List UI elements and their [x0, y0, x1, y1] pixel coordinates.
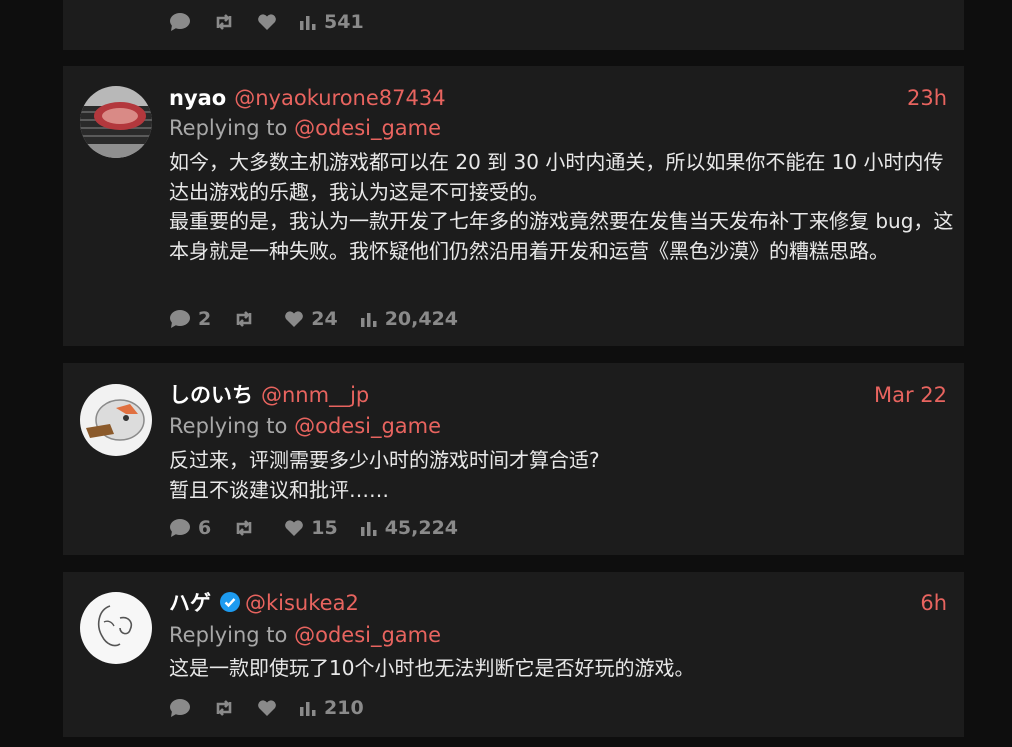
tweet-text: 这是一款即使玩了10个小时也无法判断它是否好玩的游戏。	[169, 654, 954, 684]
views-action[interactable]: 541	[299, 11, 364, 33]
tweet-timestamp[interactable]: 6h	[920, 589, 947, 617]
reply-mention-link[interactable]: @odesi_game	[294, 116, 441, 140]
tweet-paragraph: 最重要的是，我认为一款开发了七年多的游戏竟然要在发售当天发布补丁来修复 bug，…	[169, 209, 954, 263]
reply-mention-link[interactable]: @odesi_game	[294, 623, 441, 647]
tweet-header: ハゲ @kisukea2 6h	[169, 589, 947, 617]
views-bar-icon	[360, 313, 377, 327]
tweet-paragraph: 这是一款即使玩了10个小时也无法判断它是否好玩的游戏。	[169, 656, 695, 680]
retweet-icon	[216, 700, 232, 716]
replying-to: Replying to @odesi_game	[169, 621, 441, 649]
retweet-icon	[216, 14, 232, 30]
reply-action[interactable]: 2	[169, 308, 211, 330]
reply-action[interactable]	[169, 698, 191, 718]
replying-to: Replying to @odesi_game	[169, 412, 441, 440]
like-action[interactable]	[257, 13, 277, 31]
verified-badge-icon	[220, 592, 240, 612]
tweet-timestamp[interactable]: Mar 22	[874, 381, 947, 409]
reply-icon	[170, 519, 190, 537]
reply-count: 2	[198, 308, 212, 330]
like-action[interactable]	[257, 699, 277, 717]
views-bar-icon	[300, 16, 316, 30]
avatar[interactable]	[80, 384, 152, 456]
tweet-card-partial: 541	[63, 0, 964, 50]
like-count: 24	[311, 308, 338, 330]
views-action[interactable]: 20,424	[360, 308, 458, 330]
tweet-card[interactable]: nyao @nyaokurone87434 23h Replying to @od…	[63, 66, 964, 346]
heart-icon	[285, 311, 304, 327]
views-count: 541	[324, 11, 364, 33]
views-count: 210	[324, 697, 364, 719]
display-name[interactable]: ハゲ	[169, 591, 211, 615]
avatar[interactable]	[80, 592, 152, 664]
like-action[interactable]: 15	[284, 517, 338, 539]
tweet-actions: 210	[169, 695, 386, 721]
tweet-paragraph: 如今，大多数主机游戏都可以在 20 到 30 小时内通关，所以如果你不能在 10…	[169, 150, 944, 204]
reply-action[interactable]	[169, 12, 191, 32]
tweet-card[interactable]: ハゲ @kisukea2 6h Replying to @odesi_game 这…	[63, 572, 964, 737]
tweet-actions: 541	[169, 9, 386, 35]
replying-to-label: Replying to	[169, 414, 288, 438]
reply-icon	[170, 699, 190, 717]
tweet-paragraph: 暂且不谈建议和批评……	[169, 477, 389, 502]
like-count: 15	[311, 517, 338, 539]
user-handle[interactable]: @kisukea2	[245, 591, 359, 615]
user-handle[interactable]: @nyaokurone87434	[234, 86, 445, 110]
retweet-icon	[236, 311, 252, 327]
replying-to: Replying to @odesi_game	[169, 114, 441, 142]
tweet-header: しのいち @nnm__jp Mar 22	[169, 381, 947, 409]
reply-icon	[170, 310, 190, 328]
tweet-actions: 6 15 45,224	[169, 515, 480, 541]
tweet-actions: 2 24 20,424	[169, 306, 480, 332]
views-count: 20,424	[384, 308, 459, 330]
retweet-action[interactable]	[213, 13, 235, 31]
like-action[interactable]: 24	[284, 308, 338, 330]
retweet-action[interactable]	[233, 310, 262, 328]
retweet-icon	[236, 520, 252, 536]
tweet-paragraph: 反过来，评测需要多少小时的游戏时间才算合适?	[169, 448, 600, 472]
tweet-timestamp[interactable]: 23h	[907, 84, 947, 112]
views-count: 45,224	[384, 517, 459, 539]
display-name[interactable]: nyao	[169, 86, 226, 110]
user-handle[interactable]: @nnm__jp	[261, 383, 369, 407]
heart-icon	[258, 700, 276, 716]
reply-mention-link[interactable]: @odesi_game	[294, 414, 441, 438]
heart-icon	[258, 14, 276, 30]
reply-icon	[170, 13, 190, 31]
tweet-text: 反过来，评测需要多少小时的游戏时间才算合适? 暂且不谈建议和批评……	[169, 446, 954, 505]
replying-to-label: Replying to	[169, 623, 288, 647]
retweet-action[interactable]	[233, 519, 262, 537]
views-bar-icon	[300, 702, 316, 716]
retweet-action[interactable]	[213, 699, 235, 717]
tweet-text: 如今，大多数主机游戏都可以在 20 到 30 小时内通关，所以如果你不能在 10…	[169, 148, 954, 266]
views-action[interactable]: 210	[299, 697, 364, 719]
reply-action[interactable]: 6	[169, 517, 211, 539]
tweet-header: nyao @nyaokurone87434 23h	[169, 84, 947, 112]
reply-count: 6	[198, 517, 212, 539]
display-name[interactable]: しのいち	[169, 383, 253, 407]
views-bar-icon	[360, 522, 377, 536]
heart-icon	[285, 520, 304, 536]
tweet-card[interactable]: しのいち @nnm__jp Mar 22 Replying to @odesi_g…	[63, 363, 964, 555]
avatar[interactable]	[80, 86, 152, 158]
views-action[interactable]: 45,224	[360, 517, 458, 539]
replying-to-label: Replying to	[169, 116, 288, 140]
